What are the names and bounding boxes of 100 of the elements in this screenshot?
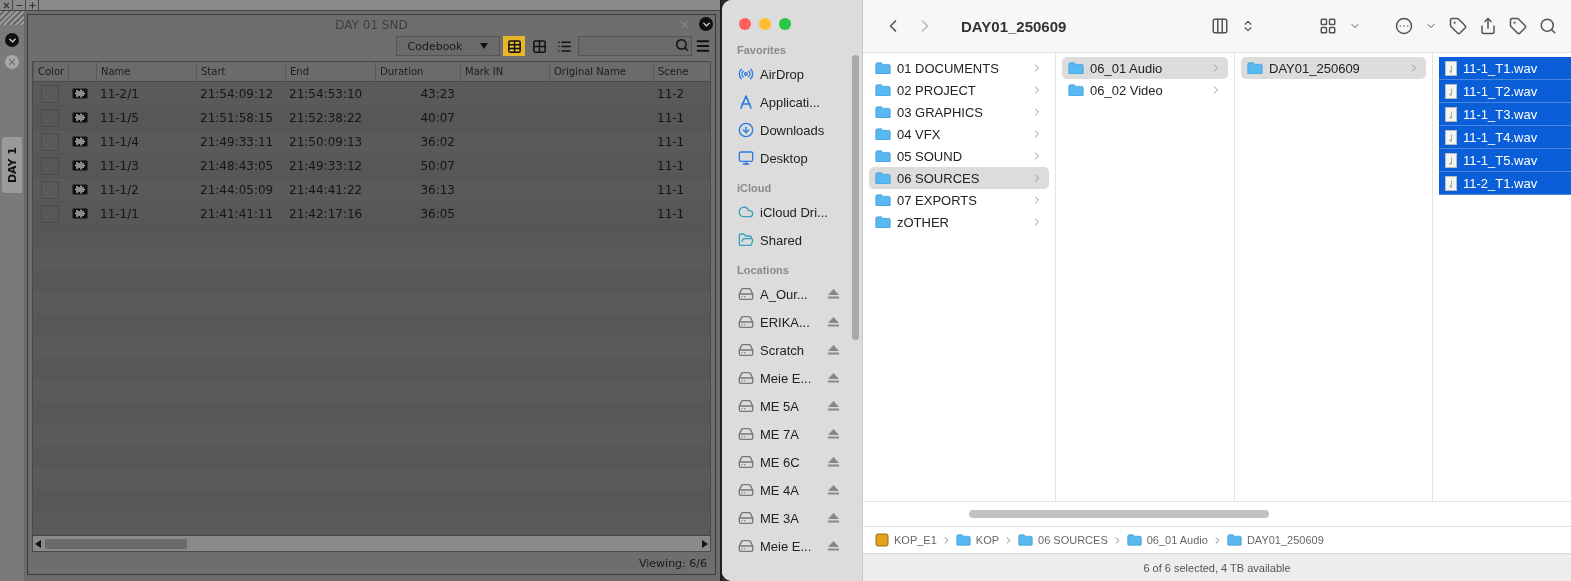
- table-cell-text: 36:05: [419, 206, 456, 221]
- view-mode-button[interactable]: [503, 36, 525, 56]
- sidebar-item[interactable]: iCloud Dri...: [760, 204, 828, 220]
- zoom-button[interactable]: [779, 18, 791, 30]
- sidebar-heading: Locations: [736, 263, 790, 278]
- file-list-item[interactable]: 03 GRAPHICS: [869, 101, 1049, 123]
- file-list-item[interactable]: DAY01_250609: [1241, 57, 1426, 79]
- table-cell-text: 40:07: [419, 110, 456, 125]
- scrollbar-thumb[interactable]: [852, 55, 859, 340]
- folder-icon: [1247, 61, 1263, 75]
- sidebar-item[interactable]: A_Our...: [760, 286, 822, 302]
- sidebar-item[interactable]: Scratch: [760, 342, 822, 358]
- cloud-icon: [738, 204, 754, 220]
- eject-icon[interactable]: [828, 401, 839, 411]
- path-item[interactable]: KOP: [955, 534, 1000, 546]
- table-cell-text: 21:48:43:05: [199, 158, 275, 173]
- eject-icon[interactable]: [828, 513, 839, 523]
- path-item[interactable]: 06 SOURCES: [1018, 534, 1108, 546]
- shared-folder-icon: [738, 232, 754, 248]
- grid-icon[interactable]: [1319, 17, 1337, 35]
- close-button[interactable]: [739, 18, 751, 30]
- drive-icon: [738, 286, 754, 302]
- close-icon[interactable]: [5, 55, 19, 69]
- search-icon[interactable]: [1539, 17, 1557, 35]
- file-list-item[interactable]: 11-1_T3.wav: [1439, 103, 1571, 126]
- file-list-item[interactable]: 05 SOUND: [869, 145, 1049, 167]
- sidebar-item[interactable]: Shared: [760, 232, 802, 248]
- sidebar-item[interactable]: Meie E...: [760, 370, 822, 386]
- table-view-icon: [506, 38, 522, 54]
- scroll-left-icon[interactable]: [33, 539, 43, 548]
- file-list-item[interactable]: 01 DOCUMENTS: [869, 57, 1049, 79]
- drive-icon: [738, 426, 754, 442]
- column-view-icon[interactable]: [1211, 17, 1229, 35]
- table-cell-text: 21:51:58:15: [199, 110, 275, 125]
- file-list-item[interactable]: zOTHER: [869, 211, 1049, 233]
- scroll-right-icon[interactable]: [700, 539, 710, 548]
- eject-icon[interactable]: [828, 429, 839, 439]
- table-cell-text: 21:49:33:12: [288, 158, 364, 173]
- caret-icon: [480, 43, 489, 49]
- audio-file-icon: [1445, 129, 1457, 145]
- path-item[interactable]: 06_01 Audio: [1126, 534, 1208, 546]
- eject-icon[interactable]: [828, 317, 839, 327]
- sidebar-item[interactable]: Applicati...: [760, 94, 820, 110]
- file-list-item[interactable]: 06_01 Audio: [1062, 57, 1228, 79]
- table-cell-text: 21:42:17:16: [288, 206, 364, 221]
- scrollbar-thumb[interactable]: [45, 538, 187, 549]
- eject-icon[interactable]: [828, 541, 839, 551]
- sidebar-item[interactable]: ME 5A: [760, 398, 822, 414]
- folder-icon: [1068, 83, 1084, 97]
- file-list-item[interactable]: 04 VFX: [869, 123, 1049, 145]
- file-list-item[interactable]: 11-1_T4.wav: [1439, 126, 1571, 149]
- path-item[interactable]: DAY01_250609: [1226, 534, 1324, 546]
- eject-icon[interactable]: [828, 289, 839, 299]
- tag-icon[interactable]: [1449, 17, 1467, 35]
- share-icon[interactable]: [1479, 17, 1497, 35]
- sidebar-item[interactable]: ME 4A: [760, 482, 822, 498]
- grid-view-icon: [531, 38, 547, 54]
- sidebar-item[interactable]: ME 3A: [760, 510, 822, 526]
- eject-icon[interactable]: [828, 373, 839, 383]
- scrollbar-thumb[interactable]: [969, 510, 1269, 518]
- window-title: DAY01_250609: [961, 17, 1067, 35]
- sidebar-item[interactable]: Meie E...: [760, 538, 822, 554]
- waveform-icon: [72, 184, 88, 195]
- sidebar-item[interactable]: ME 7A: [760, 426, 822, 442]
- tag-icon[interactable]: [1509, 17, 1527, 35]
- folder-icon: [1018, 534, 1034, 546]
- grip-handle[interactable]: [0, 11, 24, 25]
- sidebar-item[interactable]: ME 6C: [760, 454, 822, 470]
- dropdown-icon[interactable]: [5, 33, 19, 47]
- file-list-item[interactable]: 02 PROJECT: [869, 79, 1049, 101]
- file-list-item[interactable]: 07 EXPORTS: [869, 189, 1049, 211]
- minimize-button[interactable]: [13, 0, 26, 10]
- maximize-button[interactable]: [26, 0, 39, 10]
- folder-icon: [875, 105, 891, 119]
- eject-icon[interactable]: [828, 345, 839, 355]
- file-list-item[interactable]: 11-1_T2.wav: [1439, 80, 1571, 103]
- file-list-item[interactable]: 06 SOURCES: [869, 167, 1049, 189]
- compass-tool-icon: [738, 94, 754, 110]
- waveform-icon: [72, 88, 88, 99]
- dropdown-icon[interactable]: [699, 17, 713, 31]
- search-icon: [675, 38, 689, 52]
- side-tab[interactable]: DAY 1: [2, 137, 22, 194]
- file-list-item[interactable]: 11-1_T5.wav: [1439, 149, 1571, 172]
- close-icon: [1, 0, 11, 10]
- audio-file-icon: [1445, 175, 1457, 191]
- sidebar-item[interactable]: AirDrop: [760, 66, 805, 82]
- search-field[interactable]: [578, 36, 692, 56]
- sidebar-item[interactable]: Desktop: [760, 150, 808, 166]
- path-item[interactable]: KOP_E1: [875, 533, 937, 547]
- eject-icon[interactable]: [828, 485, 839, 495]
- folder-icon: [1126, 534, 1142, 546]
- file-list-item[interactable]: 06_02 Video: [1062, 79, 1228, 101]
- menu-icon[interactable]: [695, 38, 711, 54]
- sidebar-item[interactable]: Downloads: [760, 122, 825, 138]
- more-icon[interactable]: [1395, 17, 1413, 35]
- eject-icon[interactable]: [828, 457, 839, 467]
- file-list-item[interactable]: 11-2_T1.wav: [1439, 172, 1571, 195]
- folder-icon: [875, 171, 891, 185]
- file-list-item[interactable]: 11-1_T1.wav: [1439, 57, 1571, 80]
- sidebar-item[interactable]: ERIKA...: [760, 314, 822, 330]
